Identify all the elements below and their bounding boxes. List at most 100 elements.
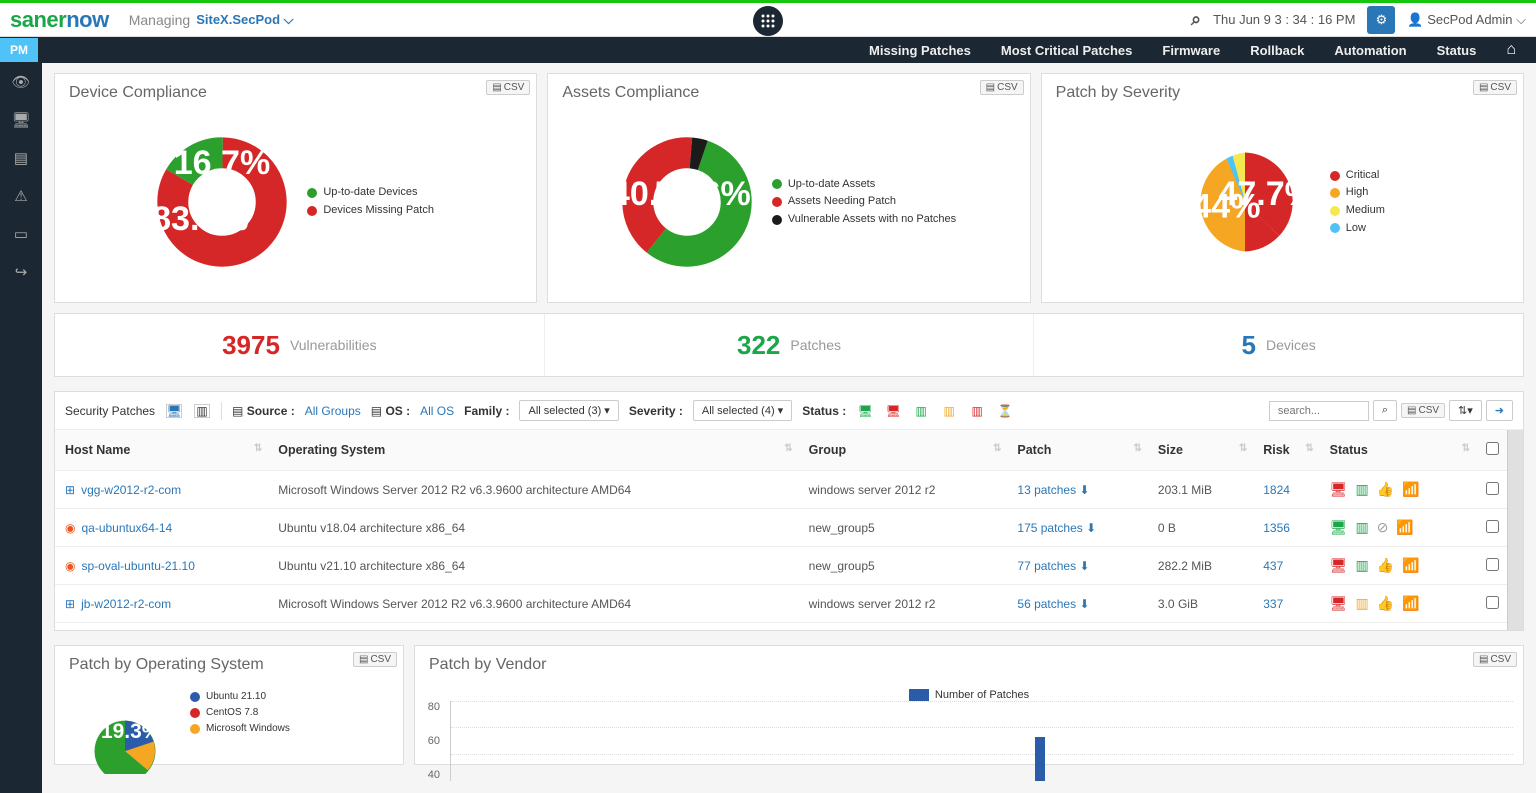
patch-link[interactable]: 56 patches ⬇ <box>1017 597 1089 611</box>
bar-chart-vendor[interactable]: 80 60 40 <box>415 701 1523 781</box>
patch-link[interactable]: 175 patches ⬇ <box>1017 521 1096 535</box>
legend-item[interactable]: Low <box>1330 220 1385 238</box>
legend-item[interactable]: Assets Needing Patch <box>772 193 956 211</box>
table-row: ◉ qa-ubuntux64-14 Ubuntu v18.04 architec… <box>55 509 1523 547</box>
legend-item[interactable]: Up-to-date Assets <box>772 176 956 194</box>
legend-item[interactable]: Up-to-date Devices <box>307 184 434 202</box>
stat-patches[interactable]: 322 Patches <box>545 314 1035 376</box>
legend-item[interactable]: Devices Missing Patch <box>307 202 434 220</box>
card-assets-compliance: Assets Compliance ▤CSV 55.6% 40.5% Up-to… <box>547 73 1030 303</box>
csv-export-button[interactable]: ▤CSV <box>980 80 1024 95</box>
export-button[interactable]: ➜ <box>1486 400 1513 421</box>
document-icon[interactable]: ▤ <box>14 149 28 167</box>
select-all-checkbox[interactable] <box>1486 442 1499 455</box>
status-filter-srv-green[interactable]: ▥ <box>913 404 929 418</box>
csv-export-button[interactable]: ▤CSV <box>1473 80 1517 95</box>
csv-export-button[interactable]: ▤CSV <box>353 652 397 667</box>
col-header[interactable]: Status⇅ <box>1320 430 1476 471</box>
group-cell: new_group5 <box>799 509 1008 547</box>
row-checkbox[interactable] <box>1486 596 1499 609</box>
col-header[interactable]: Size⇅ <box>1148 430 1253 471</box>
row-checkbox[interactable] <box>1486 558 1499 571</box>
legend-item[interactable]: High <box>1330 184 1385 202</box>
pie-chart-severity[interactable]: 47.7% 44% <box>1180 137 1310 267</box>
col-header[interactable]: Operating System⇅ <box>268 430 798 471</box>
legend-item[interactable]: Microsoft Windows <box>190 721 290 737</box>
alert-icon[interactable]: ⚠ <box>14 187 27 205</box>
eye-icon[interactable]: 👁 <box>11 73 30 91</box>
family-select[interactable]: All selected (3) ▾ <box>519 400 618 421</box>
nav-link[interactable]: Missing Patches <box>869 43 971 58</box>
risk-link[interactable]: 1824 <box>1263 483 1290 497</box>
site-selector[interactable]: SiteX.SecPod ⌵ <box>196 12 293 28</box>
host-link[interactable]: ◉ qa-ubuntux64-14 <box>65 521 258 535</box>
row-checkbox[interactable] <box>1486 520 1499 533</box>
donut-chart-assets[interactable]: 55.6% 40.5% <box>622 137 752 267</box>
server-filter-icon[interactable]: ▥ <box>194 404 210 418</box>
col-header[interactable]: Host Name⇅ <box>55 430 268 471</box>
status-filter-srv-orange[interactable]: ▥ <box>941 404 957 418</box>
risk-link[interactable]: 1356 <box>1263 521 1290 535</box>
status-filter-hourglass[interactable]: ⏳ <box>997 404 1013 418</box>
csv-export-button[interactable]: ▤CSV <box>1401 403 1445 418</box>
logout-icon[interactable]: ↪ <box>15 263 28 281</box>
columns-button[interactable]: ⇅▾ <box>1449 400 1482 421</box>
stat-vulnerabilities[interactable]: 3975 Vulnerabilities <box>55 314 545 376</box>
col-header[interactable]: Risk⇅ <box>1253 430 1319 471</box>
csv-export-button[interactable]: ▤CSV <box>1473 652 1517 667</box>
table-row: ⊞ jb-w2012-r2-com Microsoft Windows Serv… <box>55 585 1523 623</box>
legend-item[interactable]: Vulnerable Assets with no Patches <box>772 211 956 229</box>
stat-devices[interactable]: 5 Devices <box>1034 314 1523 376</box>
status-filter-green[interactable]: 🖥 <box>857 404 873 418</box>
home-icon[interactable]: ⌂ <box>1506 41 1516 59</box>
monitor-icon[interactable]: 🖥 <box>11 111 30 129</box>
risk-link[interactable]: 337 <box>1263 597 1283 611</box>
host-link[interactable]: ◉ sp-oval-ubuntu-21.10 <box>65 559 258 573</box>
module-nav: PM Missing PatchesMost Critical PatchesF… <box>0 37 1536 63</box>
host-link[interactable]: ⊞ jb-w2012-r2-com <box>65 597 258 611</box>
svg-text:44%: 44% <box>1192 187 1260 225</box>
col-header[interactable]: Group⇅ <box>799 430 1008 471</box>
patches-table-panel: Security Patches 🖥 ▥ ▤ Source : All Grou… <box>54 391 1524 631</box>
chevron-down-icon: ⌵ <box>284 12 294 27</box>
apps-grid-icon[interactable] <box>753 6 783 36</box>
nav-link[interactable]: Firmware <box>1162 43 1220 58</box>
security-patches-label: Security Patches <box>65 404 155 418</box>
col-header[interactable]: Patch⇅ <box>1007 430 1148 471</box>
logo[interactable]: sanernow <box>10 7 109 33</box>
host-link[interactable]: ⊞ vgg-w2012-r2-com <box>65 483 258 497</box>
nav-link[interactable]: Status <box>1437 43 1477 58</box>
pie-chart-os[interactable]: 19.3% <box>70 694 180 774</box>
row-checkbox[interactable] <box>1486 482 1499 495</box>
legend-item[interactable]: Critical <box>1330 167 1385 185</box>
settings-gear-icon[interactable]: ⚙ <box>1367 6 1395 34</box>
nav-link[interactable]: Most Critical Patches <box>1001 43 1133 58</box>
legend-item[interactable]: Ubuntu 21.10 <box>190 689 290 705</box>
risk-link[interactable]: 437 <box>1263 559 1283 573</box>
search-button[interactable]: ⌕ <box>1373 400 1397 421</box>
severity-select[interactable]: All selected (4) ▾ <box>693 400 792 421</box>
os-value[interactable]: All OS <box>420 404 454 418</box>
os-cell: Microsoft Windows Server 2012 R2 v6.3.96… <box>268 585 798 623</box>
size-cell: 282.2 MiB <box>1148 547 1253 585</box>
legend-item[interactable]: Medium <box>1330 202 1385 220</box>
legend-item[interactable]: CentOS 7.8 <box>190 705 290 721</box>
status-filter-srv-red[interactable]: ▥ <box>969 404 985 418</box>
source-value[interactable]: All Groups <box>305 404 361 418</box>
group-cell: centos <box>799 623 1008 631</box>
patch-link[interactable]: 77 patches ⬇ <box>1017 559 1089 573</box>
search-icon[interactable]: ⌕ <box>1191 9 1201 30</box>
patch-link[interactable]: 13 patches ⬇ <box>1017 483 1089 497</box>
status-icons: 🖥▥👍📶 <box>1330 595 1466 612</box>
nav-link[interactable]: Rollback <box>1250 43 1304 58</box>
donut-chart-device[interactable]: 16.7% 83.3% <box>157 137 287 267</box>
nav-link[interactable]: Automation <box>1334 43 1406 58</box>
status-filter-red[interactable]: 🖥 <box>885 404 901 418</box>
monitor-filter-icon[interactable]: 🖥 <box>166 404 182 418</box>
csv-export-button[interactable]: ▤CSV <box>486 80 530 95</box>
book-icon[interactable]: ▭ <box>14 225 28 243</box>
search-input[interactable] <box>1269 401 1369 421</box>
user-menu[interactable]: 👤 SecPod Admin ⌵ <box>1407 12 1526 28</box>
group-cell: windows server 2012 r2 <box>799 585 1008 623</box>
scrollbar[interactable] <box>1507 430 1523 630</box>
